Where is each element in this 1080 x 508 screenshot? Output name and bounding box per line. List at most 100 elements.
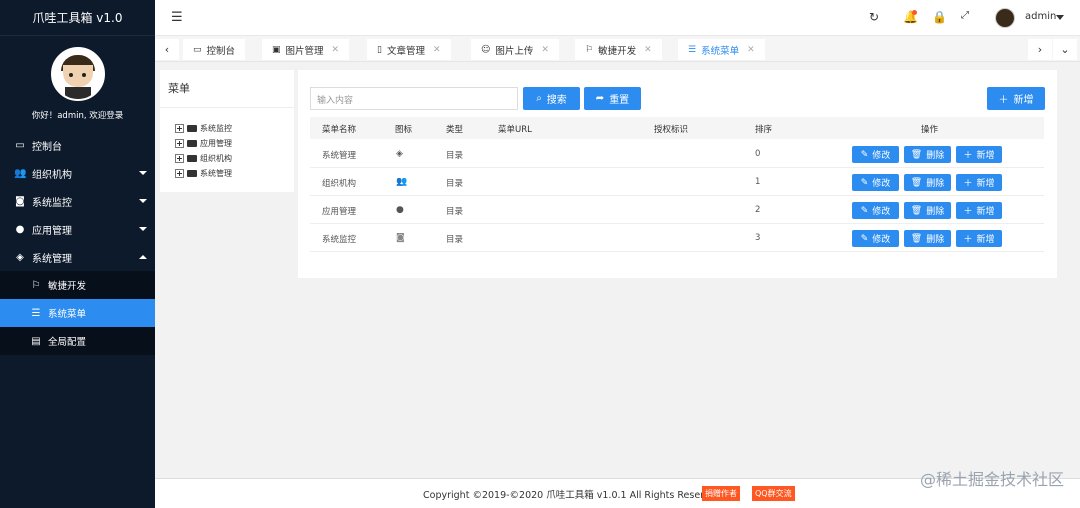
- tab-dashboard[interactable]: ▭ 控制台: [183, 39, 246, 60]
- welcome-text: 你好！admin, 欢迎登录: [31, 111, 124, 121]
- expand-icon[interactable]: [175, 154, 184, 163]
- sidebar-item-label: 应用管理: [32, 225, 72, 237]
- chevron-up-icon: [139, 255, 147, 259]
- sidebar-item-label: 系统管理: [32, 253, 72, 265]
- column-header: 菜单URL: [498, 125, 532, 135]
- menu-list-panel: 输入内容 ⌕ 搜索 ➦ 重置 ＋ 新增 菜单名称 图标 类型 菜单URL 授权标…: [298, 70, 1057, 278]
- tab-articles[interactable]: ▯ 文章管理 ✕: [367, 39, 451, 60]
- sidebar-item-monitor[interactable]: ◙ 系统监控: [0, 187, 155, 215]
- tab-images[interactable]: ▣ 图片管理 ✕: [262, 39, 350, 60]
- donate-badge[interactable]: 捐赠作者: [702, 486, 740, 501]
- folder-icon: [187, 170, 197, 177]
- pencil-icon: ✎: [860, 149, 869, 160]
- compass-icon: ●: [15, 223, 25, 235]
- add-child-button[interactable]: ＋新增: [956, 146, 1002, 163]
- close-icon[interactable]: ✕: [433, 45, 441, 55]
- edit-button[interactable]: ✎ 修改: [852, 202, 899, 219]
- menu-type: 目录: [446, 179, 464, 189]
- tree-node[interactable]: 系统监控: [175, 121, 279, 136]
- close-icon[interactable]: ✕: [541, 45, 549, 55]
- qq-group-badge[interactable]: QQ群交流: [752, 486, 795, 501]
- edit-button[interactable]: ✎ 修改: [852, 230, 899, 247]
- monitor-icon: ▭: [193, 44, 202, 55]
- table-header: 菜单名称 图标 类型 菜单URL 授权标识 排序 操作: [310, 117, 1044, 139]
- menu-name: 系统监控: [322, 235, 357, 245]
- pencil-icon: ✎: [860, 233, 869, 244]
- avatar[interactable]: [50, 47, 105, 101]
- lock-icon[interactable]: 🔒: [932, 10, 947, 24]
- add-button[interactable]: ＋ 新增: [987, 87, 1045, 110]
- sidebar-subitem-config[interactable]: ▤ 全局配置: [0, 327, 155, 355]
- folder-icon: [187, 155, 197, 162]
- chevron-down-icon: [139, 227, 147, 231]
- tab-label: 控制台: [206, 45, 236, 57]
- tab-scroll-right-icon[interactable]: ›: [1028, 39, 1052, 60]
- edit-label: 修改: [872, 179, 891, 189]
- sidebar-subitem-menu[interactable]: ☰ 系统菜单: [0, 299, 155, 327]
- sidebar-item-label: 组织机构: [32, 169, 72, 181]
- tree-node[interactable]: 系统管理: [175, 166, 279, 181]
- expand-icon[interactable]: [175, 139, 184, 148]
- menu-toggle-icon[interactable]: ☰: [171, 10, 183, 25]
- tree-node[interactable]: 应用管理: [175, 136, 279, 151]
- trash-icon: 🗑: [910, 205, 923, 216]
- menu-name: 组织机构: [322, 179, 357, 189]
- sidebar-item-label: 系统菜单: [48, 309, 87, 320]
- camera-icon: ◙: [15, 195, 25, 207]
- tab-label: 系统菜单: [701, 45, 740, 57]
- edit-button[interactable]: ✎ 修改: [852, 174, 899, 191]
- sidebar-item-dashboard[interactable]: ▭ 控制台: [0, 131, 155, 159]
- add-child-button[interactable]: ＋新增: [956, 174, 1002, 191]
- close-icon[interactable]: ✕: [332, 45, 340, 55]
- camera-icon: ◙: [396, 233, 405, 243]
- tab-upload[interactable]: ☺ 图片上传 ✕: [471, 39, 559, 60]
- trash-icon: 🗑: [910, 149, 923, 160]
- reset-button[interactable]: ➦ 重置: [584, 87, 641, 110]
- sidebar-item-apps[interactable]: ● 应用管理: [0, 215, 155, 243]
- fullscreen-icon[interactable]: ⤢: [961, 10, 969, 21]
- username[interactable]: admin: [1025, 11, 1056, 22]
- sidebar-item-label: 系统监控: [32, 197, 72, 209]
- folder-icon: [187, 140, 197, 147]
- expand-icon[interactable]: [175, 169, 184, 178]
- delete-button[interactable]: 🗑 删除: [904, 174, 951, 191]
- add-child-button[interactable]: ＋新增: [956, 230, 1002, 247]
- add-child-button[interactable]: ＋新增: [956, 202, 1002, 219]
- column-header: 图标: [395, 125, 413, 135]
- sidebar-subitem-agile[interactable]: ⚐ 敏捷开发: [0, 271, 155, 299]
- add-label: 新增: [976, 235, 995, 245]
- search-button[interactable]: ⌕ 搜索: [523, 87, 580, 110]
- tab-menu-chevron-down-icon[interactable]: ⌄: [1053, 39, 1077, 60]
- menu-tree: 系统监控 应用管理 组织机构 系统管理: [160, 108, 294, 194]
- avatar[interactable]: [995, 8, 1015, 28]
- add-button-label: 新增: [1013, 95, 1034, 106]
- tab-system-menu[interactable]: ☰ 系统菜单 ✕: [678, 39, 765, 60]
- expand-icon[interactable]: [175, 124, 184, 133]
- close-icon[interactable]: ✕: [644, 45, 652, 55]
- list-icon: ☰: [31, 307, 41, 319]
- tab-scroll-left-icon[interactable]: ‹: [155, 39, 179, 60]
- layers-icon: ◈: [16, 251, 24, 263]
- edit-label: 修改: [872, 151, 891, 161]
- column-header: 类型: [446, 125, 464, 135]
- search-button-label: 搜索: [546, 95, 567, 106]
- caret-down-icon[interactable]: [1056, 15, 1064, 20]
- add-label: 新增: [976, 207, 995, 217]
- table-row: 系统管理 ◈ 目录 0 ✎ 修改 🗑 删除 ＋新增: [310, 140, 1044, 168]
- tab-agile[interactable]: ⚐ 敏捷开发 ✕: [575, 39, 662, 60]
- edit-button[interactable]: ✎ 修改: [852, 146, 899, 163]
- settings-icon: ▤: [31, 335, 41, 347]
- close-icon[interactable]: ✕: [747, 45, 755, 55]
- delete-button[interactable]: 🗑 删除: [904, 146, 951, 163]
- add-label: 新增: [976, 151, 995, 161]
- delete-button[interactable]: 🗑 删除: [904, 230, 951, 247]
- menu-order: 1: [755, 177, 761, 187]
- layers-icon: ◈: [396, 149, 403, 159]
- search-input[interactable]: 输入内容: [310, 87, 518, 110]
- tree-node[interactable]: 组织机构: [175, 151, 279, 166]
- delete-button[interactable]: 🗑 删除: [904, 202, 951, 219]
- sidebar-item-system[interactable]: ◈ 系统管理: [0, 243, 155, 271]
- refresh-icon[interactable]: ↻: [869, 10, 879, 24]
- plus-icon: ＋: [963, 179, 973, 189]
- sidebar-item-organization[interactable]: 👥 组织机构: [0, 159, 155, 187]
